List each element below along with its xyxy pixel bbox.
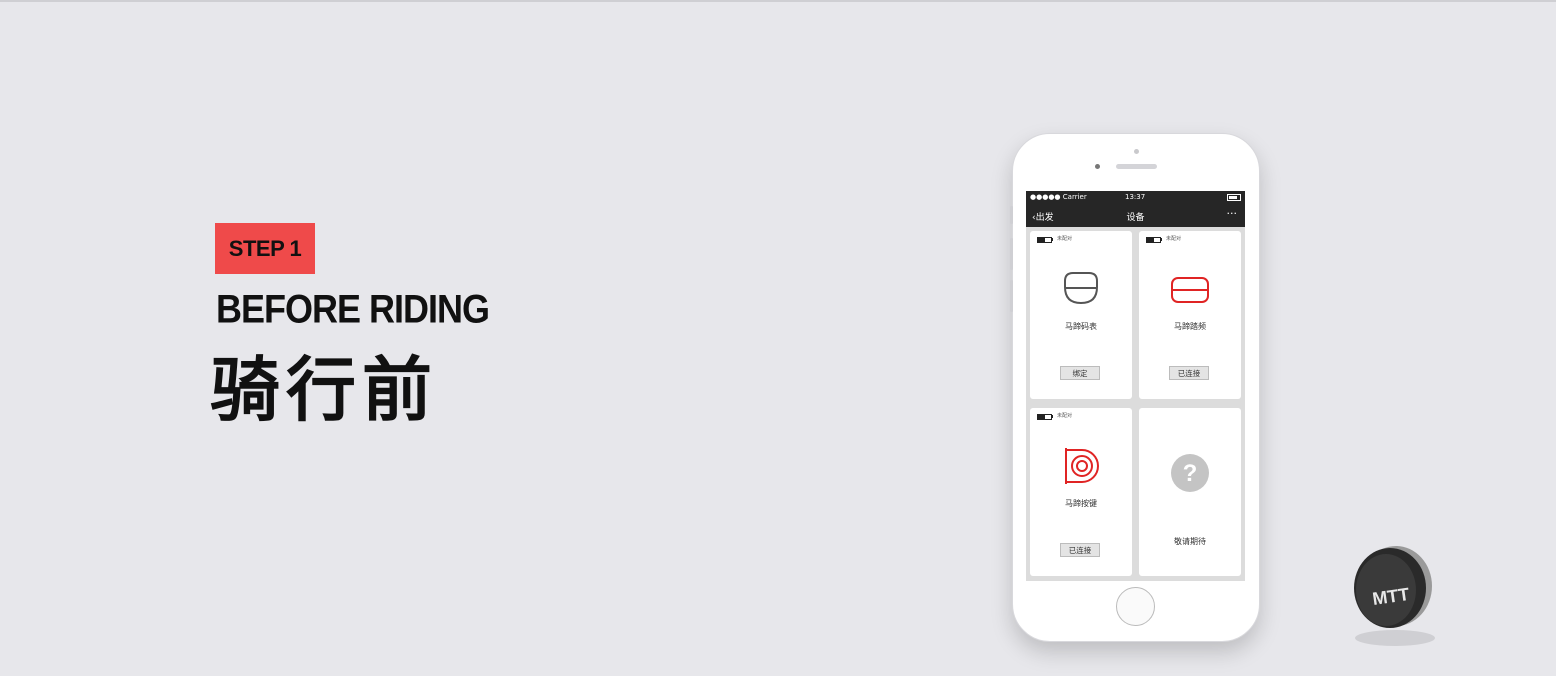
hero-title-en: BEFORE RIDING	[216, 286, 490, 332]
connected-button[interactable]: 已连接	[1060, 543, 1100, 557]
device-card-coming-soon: ? 敬请期待	[1139, 408, 1241, 576]
step-badge: STEP 1	[215, 223, 315, 274]
pair-status: 未配对	[1166, 236, 1182, 242]
mtt-puck-device: MTT	[1354, 546, 1435, 646]
phone-mockup: ●●●●● Carrier 13:37 ‹出发 设备 ··· 未配对 马蹄码表	[1010, 133, 1260, 642]
phone-speaker	[1116, 164, 1157, 169]
more-icon[interactable]: ···	[1227, 207, 1238, 220]
device-card-button[interactable]: 未配对 马蹄按键 已连接	[1030, 408, 1132, 576]
status-bar: ●●●●● Carrier 13:37	[1026, 191, 1245, 204]
nav-bar: ‹出发 设备 ···	[1026, 204, 1245, 227]
svg-text:?: ?	[1183, 460, 1198, 487]
phone-side-button	[1010, 206, 1013, 224]
battery-icon	[1037, 414, 1052, 420]
device-name: 敬请期待	[1174, 537, 1206, 546]
battery-icon	[1227, 194, 1241, 201]
battery-tip	[1052, 238, 1053, 241]
status-time: 13:37	[1125, 193, 1146, 201]
battery-icon	[1146, 237, 1161, 243]
battery-tip	[1161, 238, 1162, 241]
bike-computer-icon	[1064, 272, 1098, 305]
device-name: 马蹄按键	[1065, 499, 1097, 508]
pair-status: 未配对	[1057, 413, 1073, 419]
device-grid: 未配对 马蹄码表 绑定 未配对 马蹄踏频 已连接 未配对 马蹄按键 已连接 ? …	[1030, 231, 1241, 577]
phone-side-button	[1010, 280, 1013, 312]
hero-title-cn: 骑行前	[210, 349, 438, 431]
pair-status: 未配对	[1057, 236, 1073, 242]
bind-button[interactable]: 绑定	[1060, 366, 1100, 380]
phone-side-button	[1010, 238, 1013, 270]
nav-title: 设备	[1126, 213, 1145, 223]
phone-camera	[1095, 164, 1100, 169]
connected-button[interactable]: 已连接	[1169, 366, 1209, 380]
device-name: 马蹄踏频	[1174, 322, 1206, 331]
question-icon: ?	[1171, 454, 1209, 492]
battery-tip	[1052, 415, 1053, 418]
phone-sensor	[1134, 149, 1139, 154]
device-card-computer[interactable]: 未配对 马蹄码表 绑定	[1030, 231, 1132, 399]
remote-button-icon	[1065, 448, 1099, 484]
carrier-label: ●●●●● Carrier	[1030, 193, 1087, 201]
cadence-sensor-icon	[1171, 277, 1209, 303]
home-button[interactable]	[1116, 587, 1155, 626]
device-name: 马蹄码表	[1065, 322, 1097, 331]
device-card-cadence[interactable]: 未配对 马蹄踏频 已连接	[1139, 231, 1241, 399]
battery-icon	[1037, 237, 1052, 243]
phone-screen: ●●●●● Carrier 13:37 ‹出发 设备 ··· 未配对 马蹄码表	[1026, 191, 1245, 581]
